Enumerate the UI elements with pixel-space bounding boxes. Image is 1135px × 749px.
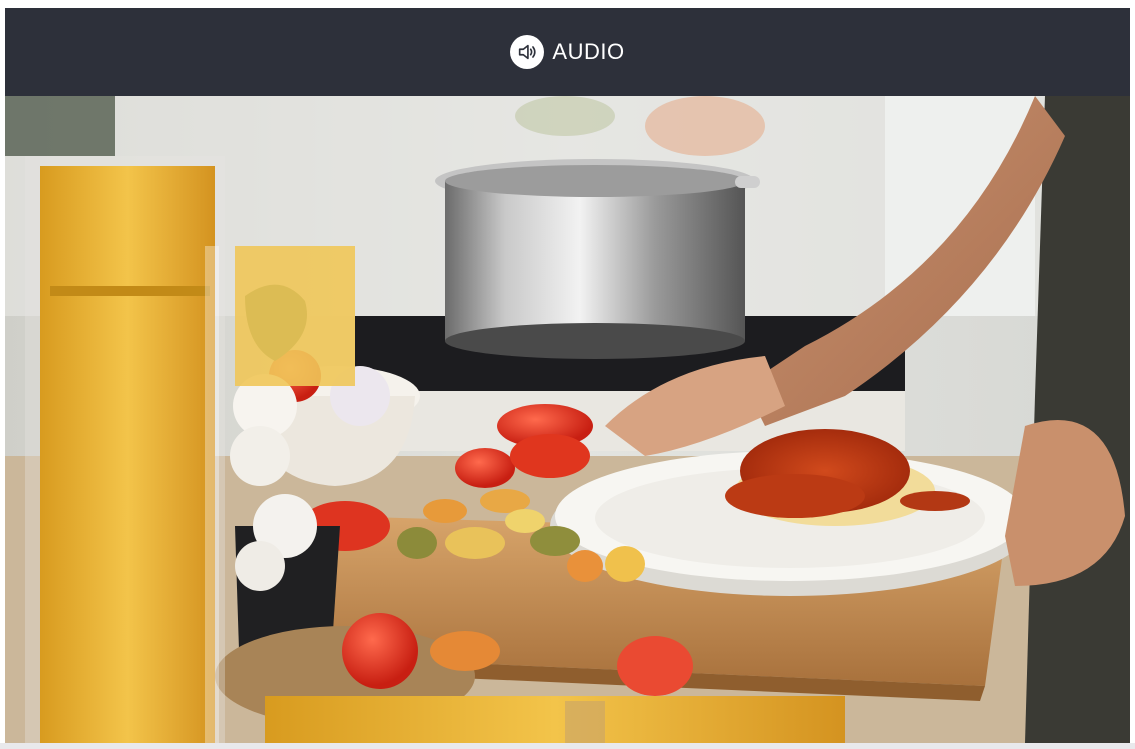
bottom-strip	[0, 743, 1135, 749]
cooking-photo	[5, 96, 1130, 743]
lesson-media-card: AUDIO	[5, 8, 1130, 743]
audio-button-content: AUDIO	[510, 35, 624, 69]
speaker-icon	[510, 35, 545, 69]
audio-label: AUDIO	[552, 39, 625, 64]
audio-button[interactable]: AUDIO	[5, 8, 1130, 96]
